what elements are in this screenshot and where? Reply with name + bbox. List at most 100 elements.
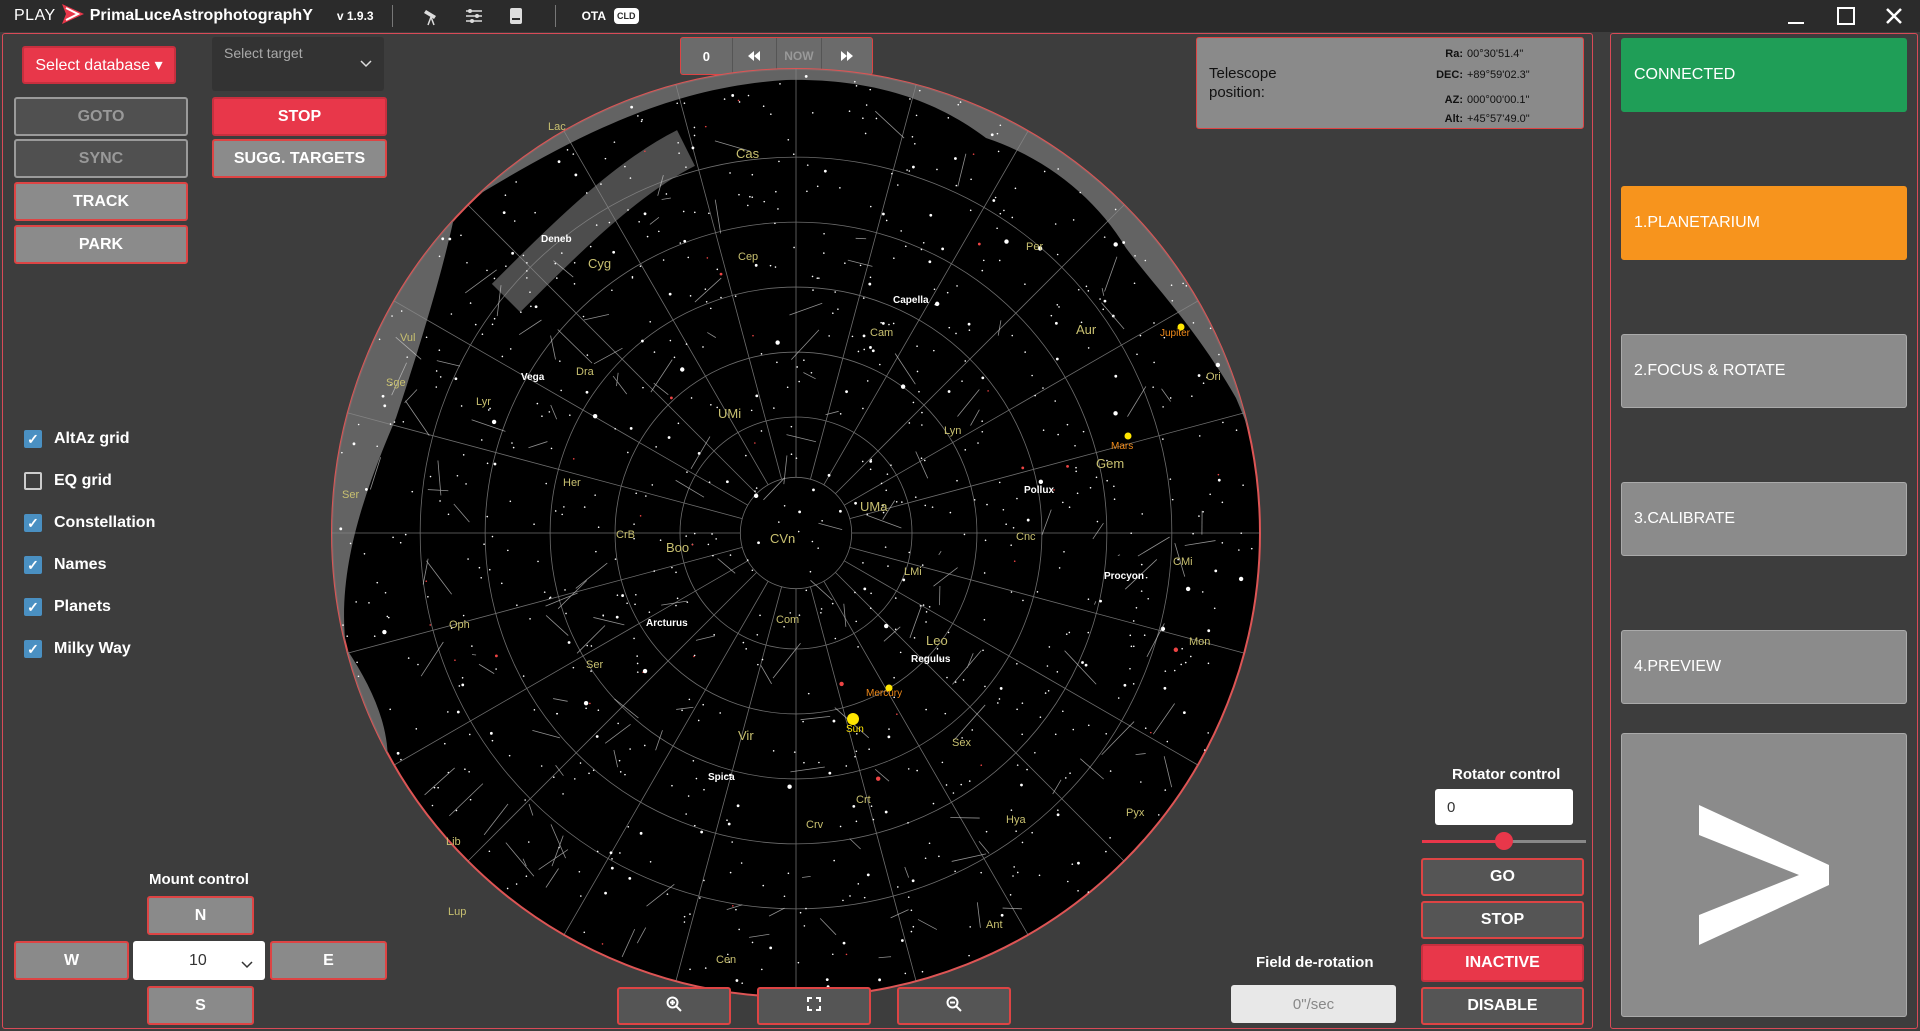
zoom-in-button[interactable] [617, 987, 731, 1025]
nav-preview[interactable]: 4.PREVIEW [1621, 630, 1907, 704]
star [921, 411, 923, 414]
constellation-label: Cas [736, 146, 760, 161]
star [527, 841, 530, 843]
star [393, 421, 396, 423]
star [839, 825, 842, 828]
checkbox-checked-icon[interactable]: ✓ [24, 640, 42, 658]
star [918, 89, 921, 92]
minimize-icon[interactable] [1772, 0, 1820, 32]
star [884, 623, 889, 629]
ota-label[interactable]: OTA [582, 9, 606, 23]
checkbox-checked-icon[interactable]: ✓ [24, 556, 42, 574]
star [585, 192, 588, 194]
goto-button[interactable]: GOTO [14, 97, 188, 136]
cld-badge[interactable]: CLD [614, 8, 639, 24]
star [694, 211, 696, 214]
star [854, 80, 856, 83]
telescope-icon[interactable] [421, 5, 443, 27]
sky-map[interactable]: Lac Cas Cyg Cep Per Cam Aur Vul Sge Lyr Dra UMi Lyn O… [326, 68, 1266, 998]
planet-label: Jupiter [1160, 328, 1191, 339]
settings-sliders-icon[interactable] [463, 5, 485, 27]
names-toggle[interactable]: ✓ Names [24, 556, 106, 574]
altaz-grid-toggle[interactable]: ✓ AltAz grid [24, 430, 130, 448]
mount-north-button[interactable]: N [147, 896, 254, 935]
star [431, 804, 434, 807]
star [731, 94, 735, 97]
star [734, 295, 737, 297]
star [685, 535, 687, 537]
eq-grid-toggle[interactable]: EQ grid [24, 472, 112, 490]
rotator-disable-button[interactable]: DISABLE [1421, 987, 1584, 1025]
star [425, 336, 428, 339]
nav-calibrate[interactable]: 3.CALIBRATE [1621, 482, 1907, 556]
rotator-go-button[interactable]: GO [1421, 858, 1584, 896]
planets-toggle[interactable]: ✓ Planets [24, 598, 111, 616]
storage-icon[interactable] [505, 5, 527, 27]
checkbox-checked-icon[interactable]: ✓ [24, 514, 42, 532]
nav-planetarium[interactable]: 1.PLANETARIUM [1621, 186, 1907, 260]
star [400, 758, 402, 761]
checkbox-unchecked-icon[interactable] [24, 472, 42, 490]
star [946, 291, 949, 294]
star [525, 875, 528, 878]
star [924, 504, 927, 507]
mount-control-title: Mount control [149, 871, 249, 888]
option-label: Constellation [54, 514, 156, 531]
star [774, 222, 776, 225]
fit-view-button[interactable] [757, 987, 871, 1025]
checkbox-checked-icon[interactable]: ✓ [24, 430, 42, 448]
rotator-angle-input[interactable] [1435, 789, 1573, 825]
star [941, 247, 945, 251]
star [1077, 889, 1079, 892]
sync-button[interactable]: SYNC [14, 139, 188, 178]
star [1144, 727, 1147, 730]
track-button[interactable]: TRACK [14, 182, 188, 221]
star [723, 98, 726, 100]
maximize-icon[interactable] [1822, 0, 1870, 32]
mount-west-button[interactable]: W [14, 941, 129, 980]
milky-way-toggle[interactable]: ✓ Milky Way [24, 640, 131, 658]
nav-focus-rotate[interactable]: 2.FOCUS & ROTATE [1621, 334, 1907, 408]
close-icon[interactable] [1870, 0, 1918, 32]
star [612, 250, 616, 254]
rotator-stop-button[interactable]: STOP [1421, 901, 1584, 939]
star [756, 633, 759, 636]
star [708, 481, 711, 483]
star [1184, 661, 1187, 664]
star [914, 142, 916, 145]
rotator-slider-track[interactable] [1422, 832, 1586, 850]
star [751, 196, 754, 198]
star [729, 172, 731, 174]
park-button[interactable]: PARK [14, 225, 188, 264]
star [855, 620, 857, 623]
star [1056, 253, 1059, 256]
connection-status-button[interactable]: CONNECTED [1621, 38, 1907, 112]
rotator-inactive-button[interactable]: INACTIVE [1421, 944, 1584, 982]
star [774, 266, 777, 268]
star [699, 897, 701, 899]
star [691, 543, 694, 546]
mount-speed-select[interactable]: 10 [133, 941, 265, 980]
star [641, 118, 643, 121]
constellation-toggle[interactable]: ✓ Constellation [24, 514, 155, 532]
constellation-line [471, 654, 477, 656]
mount-south-button[interactable]: S [147, 986, 254, 1025]
zoom-out-button[interactable] [897, 987, 1011, 1025]
star [820, 611, 822, 614]
star [1013, 866, 1015, 868]
star [869, 607, 872, 609]
version-label: v 1.9.3 [336, 9, 374, 23]
rotator-slider-handle[interactable] [1495, 832, 1513, 850]
checkbox-checked-icon[interactable]: ✓ [24, 598, 42, 616]
constellation-label: Cam [870, 327, 893, 339]
star [1139, 334, 1142, 337]
select-database-button[interactable]: Select database ▾ [22, 46, 176, 84]
star [998, 259, 1001, 262]
star [981, 269, 984, 272]
star [1217, 473, 1220, 476]
star [916, 370, 919, 373]
constellation-label: Hya [1006, 814, 1026, 826]
star [897, 886, 899, 888]
next-step-button[interactable] [1621, 733, 1907, 1017]
star [462, 454, 465, 456]
